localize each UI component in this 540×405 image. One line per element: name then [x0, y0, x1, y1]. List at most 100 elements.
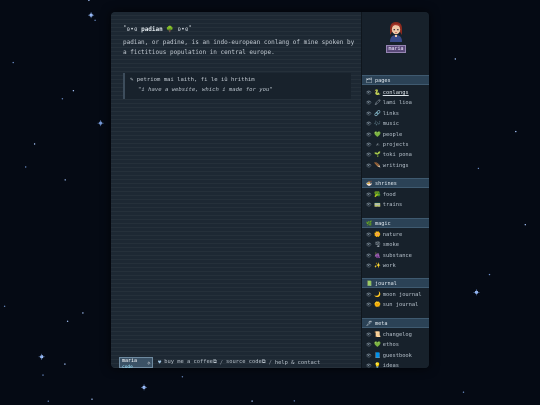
item-icon: 📘 [374, 352, 382, 359]
item-icon: 🌼 [374, 232, 382, 238]
sidebar-item-toki-pona[interactable]: 👁 🌱 toki pona [366, 150, 412, 160]
section-icon: 🌿 [366, 221, 373, 227]
section-header-shrines: 🍜 shrines [362, 178, 429, 188]
eye-icon: 👁 [366, 111, 372, 117]
sidebar-item-work[interactable]: 👁 ✨ work [366, 261, 396, 271]
star [524, 224, 526, 226]
eye-icon: 👁 [366, 91, 372, 96]
section-header-meta: 🖊 meta [362, 318, 429, 328]
sparkle-icon: ✧ [146, 359, 151, 367]
section-title: shrines [375, 181, 397, 187]
item-icon: 🎶 [374, 121, 382, 128]
eye-icon: 👁 [366, 364, 372, 368]
sidebar-item-label: toki pona [382, 152, 412, 159]
item-icon: 🍇 [374, 252, 382, 259]
section-header-magic: 🌿 magic [362, 218, 429, 228]
sidebar-item-label: smoke [382, 242, 399, 249]
star [82, 312, 84, 314]
site-window: ˚ʚ•ɞ padian 🌳 ʚ•ɞ˚ padian, or padine, is… [111, 12, 429, 368]
help-contact-link[interactable]: help & contact [275, 360, 320, 366]
sidebar-item-sun-journal[interactable]: 👁 🌞 sun journal [366, 300, 418, 310]
sidebar-item-ideas[interactable]: 👁 💡 ideas [366, 361, 399, 368]
quote-text: petriom mai laith, fi le iû hrithim [136, 77, 255, 83]
title-word: padian [141, 26, 163, 33]
star-sparkle [97, 120, 104, 127]
sidebar-item-label: writings [382, 162, 409, 169]
sidebar-item-label: lami lioa [382, 100, 412, 107]
star [88, 0, 90, 2]
star [91, 398, 93, 400]
section-title: meta [375, 321, 388, 327]
sidebar-item-label: conlangs [382, 90, 409, 96]
sidebar-item-label: music [382, 121, 399, 128]
item-icon: 💚 [374, 131, 382, 138]
sidebar-item-label: sun journal [382, 302, 419, 309]
example-quote: ✎ petriom mai laith, fi le iû hrithim "i… [123, 73, 351, 99]
separator: / [268, 359, 272, 366]
sidebar-item-substance[interactable]: 👁 🍇 substance [366, 251, 412, 261]
item-icon: 🌪 [374, 242, 382, 249]
item-icon: 💚 [374, 342, 382, 349]
eye-icon: 👁 [366, 333, 372, 338]
sidebar-item-writings[interactable]: 👁 🪶 writings [366, 161, 409, 171]
sidebar-item-smoke[interactable]: 👁 🌪 smoke [366, 240, 399, 250]
eye-icon: 👁 [366, 233, 372, 238]
sidebar-item-label: ideas [382, 363, 399, 368]
sidebar-item-conlangs[interactable]: 👁 🐍 conlangs [366, 88, 409, 98]
star [12, 61, 14, 64]
section-icon: 🗂 [366, 78, 373, 84]
item-icon: 🚃 [374, 202, 382, 209]
quote-translation: "i have a website, which i made for you" [138, 87, 273, 93]
buy-coffee-link[interactable]: buy me a coffee⧉ [164, 359, 217, 366]
sidebar-item-food[interactable]: 👁 🥦 food [366, 190, 396, 200]
sidebar-item-music[interactable]: 👁 🎶 music [366, 119, 399, 129]
star [293, 400, 295, 402]
star [515, 130, 517, 133]
source-code-label: source code [226, 359, 262, 365]
sidebar-item-lami-lioa[interactable]: 👁 🖍 lami lioa [366, 98, 412, 108]
section-header-pages: 🗂 pages [362, 75, 429, 85]
sidebar-item-people[interactable]: 👁 💚 people [366, 130, 402, 140]
item-icon: 🌱 [374, 152, 382, 159]
sidebar-item-label: guestbook [382, 352, 412, 359]
sidebar-item-changelog[interactable]: 👁 📜 changelog [366, 330, 412, 340]
section-title: magic [375, 221, 391, 227]
star [64, 363, 66, 365]
item-icon: 🐍 [374, 90, 382, 96]
external-link-icon: ⧉ [261, 359, 266, 365]
sidebar-item-nature[interactable]: 👁 🌼 nature [366, 230, 402, 240]
section-icon: 🖊 [366, 321, 373, 327]
sidebar-item-trains[interactable]: 👁 🚃 trains [366, 200, 402, 210]
section-icon: 📗 [366, 281, 373, 287]
eye-icon: 👁 [366, 293, 372, 298]
sidebar-item-label: links [382, 110, 399, 117]
title-deco-left: ˚ʚ•ɞ [123, 26, 138, 33]
source-code-link[interactable]: source code⧉ [226, 359, 266, 366]
star [251, 400, 253, 402]
star [61, 98, 64, 100]
eye-icon: 👁 [366, 243, 372, 249]
star [488, 273, 491, 276]
eye-icon: 👁 [366, 253, 372, 259]
section-title: pages [375, 78, 391, 84]
sidebar-item-projects[interactable]: 👁 ✍ projects [366, 140, 409, 150]
sidebar-item-moon-journal[interactable]: 👁 🌙 moon journal [366, 290, 422, 300]
separator: / [219, 359, 224, 366]
site-button-badge[interactable]: maria code ✧ [119, 357, 153, 368]
star [72, 90, 75, 92]
sidebar-item-label: nature [382, 232, 403, 238]
eye-icon: 👁 [366, 353, 372, 359]
sidebar: maria 🗂 pages 👁 🐍 conlangs 👁 🖍 lami lioa 👁 🔗 links… [361, 12, 429, 368]
item-icon: 🔗 [374, 110, 382, 117]
sidebar-item-links[interactable]: 👁 🔗 links [366, 109, 399, 119]
sidebar-item-ethos[interactable]: 👁 💚 ethos [366, 340, 399, 350]
section-title: journal [375, 281, 397, 287]
star [477, 167, 480, 170]
eye-icon: 👁 [366, 153, 372, 159]
footer: maria code ✧ ♥ buy me a coffee⧉ / source… [119, 357, 320, 368]
item-icon: 📜 [374, 332, 382, 338]
avatar[interactable] [386, 20, 406, 42]
badge-top-text: maria [122, 358, 138, 364]
star [181, 376, 184, 378]
sidebar-item-guestbook[interactable]: 👁 📘 guestbook [366, 351, 412, 361]
